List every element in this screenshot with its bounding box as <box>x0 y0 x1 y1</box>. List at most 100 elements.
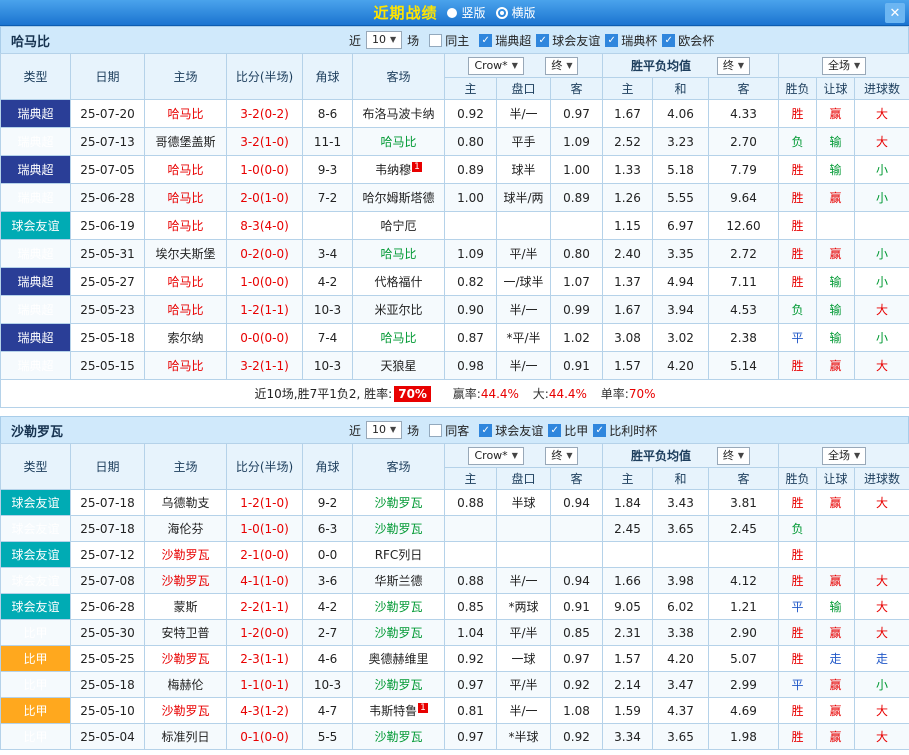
odds-company-select[interactable]: Crow* ▼ <box>468 56 524 75</box>
away-team-cell[interactable]: 布洛马波卡纳 <box>352 99 445 128</box>
home-team-cell[interactable]: 哈马比 <box>144 295 227 324</box>
away-team-cell[interactable]: 哈尔姆斯塔德 <box>352 183 445 212</box>
away-team-cell[interactable]: 韦斯特鲁 1 <box>352 697 445 724</box>
league-filter-checkbox[interactable]: 瑞典杯 <box>605 32 657 49</box>
league-cell: 球会友谊 <box>0 515 71 542</box>
handicap-cell: *半球 <box>496 723 551 750</box>
home-team-cell[interactable]: 哥德堡盖斯 <box>144 127 227 156</box>
date-cell: 25-06-28 <box>70 593 145 620</box>
col-avg-draw: 和 <box>652 77 709 100</box>
odds-company-select[interactable]: Crow* ▼ <box>468 446 524 465</box>
away-team-cell[interactable]: 天狼星 <box>352 351 445 380</box>
odds-home-cell: 0.89 <box>444 155 497 184</box>
view-horizontal-radio[interactable]: 横版 <box>495 4 536 21</box>
view-vertical-radio[interactable]: 竖版 <box>447 4 486 21</box>
away-team-cell[interactable]: 沙勒罗瓦 <box>352 489 445 516</box>
away-team-cell[interactable]: 华斯兰德 <box>352 567 445 594</box>
away-team-cell[interactable]: 沙勒罗瓦 <box>352 723 445 750</box>
odds-away-cell: 0.91 <box>550 593 603 620</box>
date-cell: 25-05-27 <box>70 267 145 296</box>
home-team-cell[interactable]: 哈马比 <box>144 351 227 380</box>
same-venue-checkbox[interactable]: 同主 <box>429 32 469 49</box>
avg-final-select[interactable]: 终 ▼ <box>716 446 751 465</box>
odds-final-select[interactable]: 终 ▼ <box>545 446 579 465</box>
home-team-cell[interactable]: 沙勒罗瓦 <box>144 567 227 594</box>
handicap-result-cell: 输 <box>816 295 856 324</box>
red-card-badge: 1 <box>418 703 428 713</box>
odds-group-header: Crow* ▼ 终 ▼ <box>444 53 603 78</box>
result-cell: 胜 <box>778 567 818 594</box>
score-cell: 2-3(1-1) <box>226 645 303 672</box>
home-team-cell[interactable]: 蒙斯 <box>144 593 227 620</box>
avg-draw-cell: 3.23 <box>652 127 709 156</box>
odds-away-cell: 1.00 <box>550 155 603 184</box>
filter-bar: 近 10▼ 场 同客 球会友谊 比甲 比利时杯 <box>349 421 657 439</box>
home-team-cell[interactable]: 标准列日 <box>144 723 227 750</box>
away-team-cell[interactable]: 哈马比 <box>352 323 445 352</box>
home-team-cell[interactable]: 哈马比 <box>144 155 227 184</box>
match-table-team2: 类型 日期 主场 比分(半场) 角球 客场 Crow* ▼ 终 ▼ 胜平负均值 终 ▼ <box>0 443 909 750</box>
home-team-cell[interactable]: 安特卫普 <box>144 619 227 646</box>
away-team-cell[interactable]: 沙勒罗瓦 <box>352 671 445 698</box>
checkbox-icon <box>479 33 493 47</box>
checkbox-icon <box>429 33 443 47</box>
result-cell: 负 <box>778 515 818 542</box>
away-team-cell[interactable]: RFC列日 <box>352 541 445 568</box>
league-filter-checkbox[interactable]: 比利时杯 <box>593 422 657 439</box>
home-team-cell[interactable]: 梅赫伦 <box>144 671 227 698</box>
home-team-cell[interactable]: 乌德勒支 <box>144 489 227 516</box>
home-team-cell[interactable]: 哈马比 <box>144 99 227 128</box>
result-cell: 胜 <box>778 645 818 672</box>
home-team-cell[interactable]: 哈马比 <box>144 183 227 212</box>
avg-away-cell: 7.11 <box>707 267 780 296</box>
section-header-team1: 哈马比 近 10▼ 场 同主 瑞典超 球会友谊 瑞典杯 欧会杯 <box>0 26 909 53</box>
avg-final-select[interactable]: 终 ▼ <box>716 56 751 75</box>
home-team-cell[interactable]: 海伦芬 <box>144 515 227 542</box>
away-team-cell[interactable]: 哈马比 <box>352 127 445 156</box>
away-team-cell[interactable]: 沙勒罗瓦 <box>352 593 445 620</box>
away-team-cell[interactable]: 代格福什 <box>352 267 445 296</box>
away-team-cell[interactable]: 奥德赫维里 <box>352 645 445 672</box>
odds-final-select[interactable]: 终 ▼ <box>545 56 579 75</box>
scope-select[interactable]: 全场 ▼ <box>821 446 867 465</box>
scope-select[interactable]: 全场 ▼ <box>821 56 867 75</box>
away-team-cell[interactable]: 韦纳穆 1 <box>352 155 445 184</box>
league-filter-checkbox[interactable]: 球会友谊 <box>479 422 543 439</box>
avg-home-cell: 2.40 <box>602 239 653 268</box>
col-type: 类型 <box>0 53 71 100</box>
home-team-cell[interactable]: 哈马比 <box>144 211 227 240</box>
home-team-cell[interactable]: 沙勒罗瓦 <box>144 541 227 568</box>
home-team-cell[interactable]: 沙勒罗瓦 <box>144 697 227 724</box>
same-venue-checkbox[interactable]: 同客 <box>429 422 469 439</box>
home-team-cell[interactable]: 埃尔夫斯堡 <box>144 239 227 268</box>
away-team-cell[interactable]: 沙勒罗瓦 <box>352 515 445 542</box>
close-button[interactable]: ✕ <box>885 3 905 23</box>
away-team-cell[interactable]: 哈宁厄 <box>352 211 445 240</box>
match-count-select[interactable]: 10 ▼ <box>366 421 403 439</box>
league-filter-label: 瑞典杯 <box>621 33 658 48</box>
avg-away-cell: 2.90 <box>707 619 780 646</box>
result-cell: 胜 <box>778 351 818 380</box>
away-team-cell[interactable]: 米亚尔比 <box>352 295 445 324</box>
league-filter-checkbox[interactable]: 欧会杯 <box>662 32 714 49</box>
away-team-cell[interactable]: 沙勒罗瓦 <box>352 619 445 646</box>
odds-away-cell <box>550 211 603 240</box>
league-cell: 球会友谊 <box>0 211 71 240</box>
match-count-select[interactable]: 10 ▼ <box>366 31 403 49</box>
home-team-cell[interactable]: 沙勒罗瓦 <box>144 645 227 672</box>
league-filter-checkbox[interactable]: 球会友谊 <box>536 32 600 49</box>
league-cell: 比甲 <box>0 619 71 646</box>
date-cell: 25-07-05 <box>70 155 145 184</box>
home-team-cell[interactable]: 哈马比 <box>144 267 227 296</box>
odds-away-cell: 1.08 <box>550 697 603 724</box>
league-filter-checkbox[interactable]: 瑞典超 <box>479 32 531 49</box>
home-team-cell[interactable]: 索尔纳 <box>144 323 227 352</box>
avg-away-cell: 4.33 <box>707 99 780 128</box>
league-cell: 比甲 <box>0 671 71 698</box>
avg-label: 胜平负均值 <box>630 449 691 463</box>
chevron-down-icon: ▼ <box>390 425 397 434</box>
chevron-down-icon: ▼ <box>566 60 573 70</box>
away-team-cell[interactable]: 哈马比 <box>352 239 445 268</box>
corner-cell: 5-5 <box>302 723 353 750</box>
league-filter-checkbox[interactable]: 比甲 <box>548 422 588 439</box>
